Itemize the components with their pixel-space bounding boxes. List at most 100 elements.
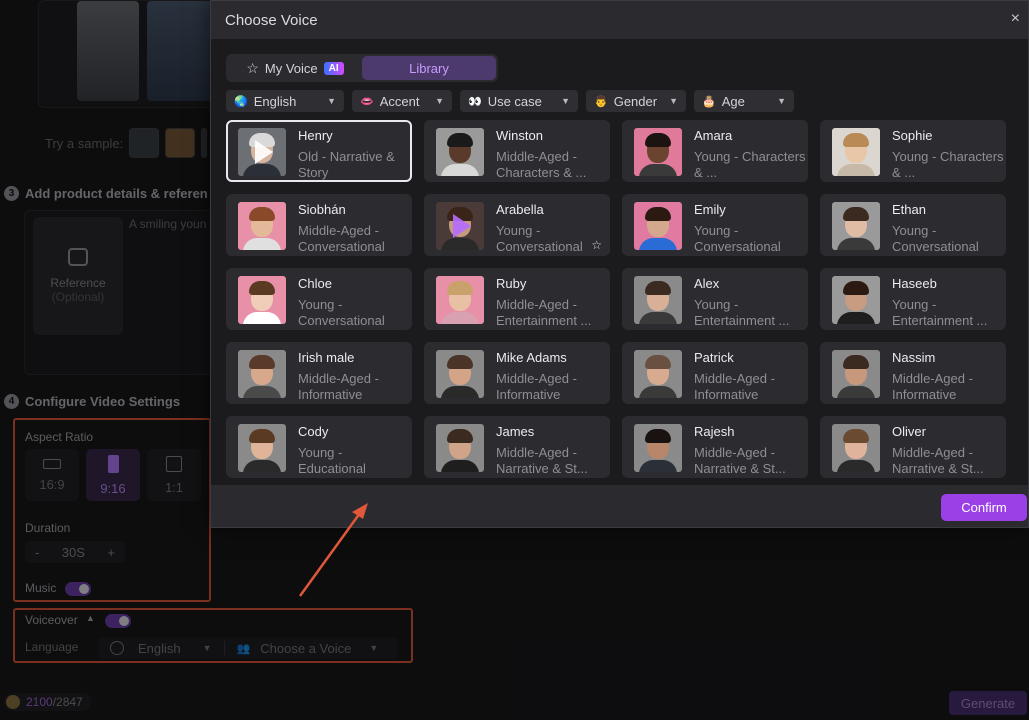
voice-avatar xyxy=(634,128,682,176)
voice-name: Rajesh xyxy=(694,424,735,439)
cake-icon: 🎂 xyxy=(702,95,716,108)
eyes-icon: 👀 xyxy=(468,95,482,108)
voice-avatar xyxy=(238,350,286,398)
dialog-body: ☆ My Voice AI Library 🌏 English ▼ 👄 Acce… xyxy=(211,39,1028,485)
voice-card[interactable]: Sophie Young - Characters & ... xyxy=(820,120,1006,182)
voice-avatar xyxy=(238,202,286,250)
filter-gender[interactable]: 👨 Gender ▼ xyxy=(586,90,686,112)
voice-card[interactable]: Oliver Middle-Aged - Narrative & St... xyxy=(820,416,1006,478)
voice-avatar xyxy=(238,128,286,176)
voice-card[interactable]: Cody Young - Educational xyxy=(226,416,412,478)
voice-description: Old - Narrative & Story xyxy=(298,149,395,180)
confirm-button[interactable]: Confirm xyxy=(941,494,1027,521)
filter-label: Accent xyxy=(379,93,420,109)
avatar-body xyxy=(243,460,281,472)
voice-description: Young - Conversational xyxy=(892,223,979,254)
avatar-body xyxy=(639,312,677,324)
voice-description: Young - Characters & ... xyxy=(892,149,1004,180)
voice-card[interactable]: Alex Young - Entertainment ... xyxy=(622,268,808,330)
avatar-body xyxy=(639,386,677,398)
avatar-hair xyxy=(843,429,869,443)
avatar-body xyxy=(441,312,479,324)
voice-name: Ruby xyxy=(496,276,527,291)
voice-avatar xyxy=(436,128,484,176)
voice-card[interactable]: Henry Old - Narrative & Story xyxy=(226,120,412,182)
avatar-hair xyxy=(249,429,275,443)
avatar-hair xyxy=(249,207,275,221)
tab-label: My Voice xyxy=(264,60,318,76)
voice-avatar xyxy=(238,276,286,324)
voice-card[interactable]: Irish male Middle-Aged - Informative xyxy=(226,342,412,404)
chevron-down-icon: ▼ xyxy=(777,96,786,106)
voice-description: Middle-Aged - Narrative & St... xyxy=(496,445,588,476)
voice-card[interactable]: Arabella Young - Conversational ☆ xyxy=(424,194,610,256)
filter-bar: 🌏 English ▼ 👄 Accent ▼ 👀 Use case ▼ 👨 Ge… xyxy=(226,90,794,112)
voice-card[interactable]: Ethan Young - Conversational xyxy=(820,194,1006,256)
avatar-hair xyxy=(249,355,275,369)
play-icon[interactable] xyxy=(255,140,273,164)
filter-label: Gender xyxy=(613,93,658,109)
voice-description: Middle-Aged - Informative xyxy=(298,371,379,402)
voice-card[interactable]: James Middle-Aged - Narrative & St... xyxy=(424,416,610,478)
voice-description: Middle-Aged - Conversational xyxy=(298,223,385,254)
avatar-body xyxy=(441,164,479,176)
voice-name: Sophie xyxy=(892,128,933,143)
voice-name: Patrick xyxy=(694,350,734,365)
voice-avatar xyxy=(634,202,682,250)
filter-use-case[interactable]: 👀 Use case ▼ xyxy=(460,90,578,112)
voice-avatar xyxy=(832,350,880,398)
avatar-body xyxy=(243,238,281,250)
voice-card[interactable]: Nassim Middle-Aged - Informative xyxy=(820,342,1006,404)
voice-name: Oliver xyxy=(892,424,926,439)
avatar-body xyxy=(837,312,875,324)
voice-description: Middle-Aged - Informative xyxy=(496,371,577,402)
voice-name: Irish male xyxy=(298,350,355,365)
filter-age[interactable]: 🎂 Age ▼ xyxy=(694,90,794,112)
voice-card[interactable]: Amara Young - Characters & ... xyxy=(622,120,808,182)
avatar-hair xyxy=(447,355,473,369)
voice-name: Henry xyxy=(298,128,333,143)
chevron-down-icon: ▼ xyxy=(561,96,570,106)
voice-avatar xyxy=(238,424,286,472)
voice-name: Haseeb xyxy=(892,276,937,291)
voice-card[interactable]: Emily Young - Conversational xyxy=(622,194,808,256)
chevron-down-icon: ▼ xyxy=(669,96,678,106)
voice-avatar xyxy=(436,424,484,472)
person-icon: 👨 xyxy=(594,95,608,108)
tab-label: Library xyxy=(409,60,449,76)
filter-accent[interactable]: 👄 Accent ▼ xyxy=(352,90,452,112)
avatar-hair xyxy=(645,429,671,443)
voice-card[interactable]: Chloe Young - Conversational xyxy=(226,268,412,330)
filter-language[interactable]: 🌏 English ▼ xyxy=(226,90,344,112)
voice-card[interactable]: Patrick Middle-Aged - Informative xyxy=(622,342,808,404)
globe-icon: 🌏 xyxy=(234,95,248,108)
avatar-hair xyxy=(645,133,671,147)
close-icon[interactable]: × xyxy=(1011,11,1020,27)
avatar-body xyxy=(837,238,875,250)
voice-card[interactable]: Siobhán Middle-Aged - Conversational xyxy=(226,194,412,256)
voice-name: Alex xyxy=(694,276,720,291)
voice-card[interactable]: Ruby Middle-Aged - Entertainment ... xyxy=(424,268,610,330)
voice-grid: Henry Old - Narrative & Story Winston Middl… xyxy=(226,120,1006,478)
filter-label: English xyxy=(253,93,297,109)
avatar-hair xyxy=(645,207,671,221)
avatar-body xyxy=(243,386,281,398)
tab-my-voice[interactable]: ☆ My Voice AI xyxy=(228,56,362,80)
voice-description: Middle-Aged - Entertainment ... xyxy=(496,297,592,328)
chevron-down-icon: ▼ xyxy=(435,96,444,106)
tab-library[interactable]: Library xyxy=(362,56,496,80)
voice-card[interactable]: Mike Adams Middle-Aged - Informative xyxy=(424,342,610,404)
avatar-body xyxy=(837,386,875,398)
voice-card[interactable]: Rajesh Middle-Aged - Narrative & St... xyxy=(622,416,808,478)
star-icon: ☆ xyxy=(246,59,259,76)
voice-card[interactable]: Haseeb Young - Entertainment ... xyxy=(820,268,1006,330)
voice-card[interactable]: Winston Middle-Aged - Characters & ... xyxy=(424,120,610,182)
voice-avatar xyxy=(436,276,484,324)
avatar-body xyxy=(837,460,875,472)
avatar-body xyxy=(639,164,677,176)
voice-name: Siobhán xyxy=(298,202,346,217)
favorite-star-icon[interactable]: ☆ xyxy=(591,238,602,252)
filter-label: Use case xyxy=(487,93,542,109)
avatar-hair xyxy=(843,355,869,369)
play-icon[interactable] xyxy=(453,214,471,238)
